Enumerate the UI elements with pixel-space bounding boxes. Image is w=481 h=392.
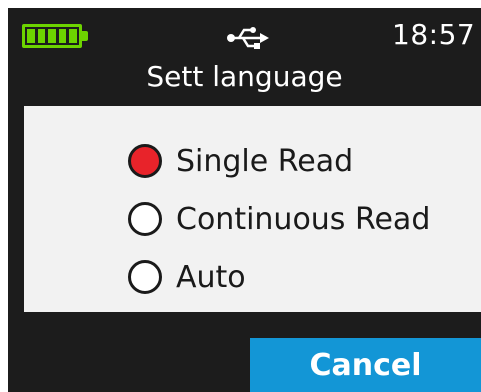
option-continuous-read[interactable]: Continuous Read (128, 194, 430, 244)
device-screen: 18:57 Sett language Single Read Continuo… (8, 8, 481, 392)
radio-unselected-icon[interactable] (128, 260, 162, 294)
option-label: Single Read (176, 143, 354, 179)
option-single-read[interactable]: Single Read (128, 136, 353, 186)
battery-full-icon (22, 24, 82, 48)
battery-tip (82, 31, 88, 41)
option-auto[interactable]: Auto (128, 252, 246, 302)
page-title: Sett language (146, 60, 343, 93)
cancel-button[interactable]: Cancel (250, 338, 481, 392)
radio-unselected-icon[interactable] (128, 202, 162, 236)
usb-icon (227, 27, 269, 49)
clock: 18:57 (392, 18, 476, 51)
option-label: Auto (176, 259, 246, 295)
radio-selected-icon[interactable] (128, 144, 162, 178)
status-bar: 18:57 (8, 8, 481, 56)
options-panel: Single Read Continuous Read Auto (24, 106, 481, 312)
option-label: Continuous Read (176, 201, 431, 237)
